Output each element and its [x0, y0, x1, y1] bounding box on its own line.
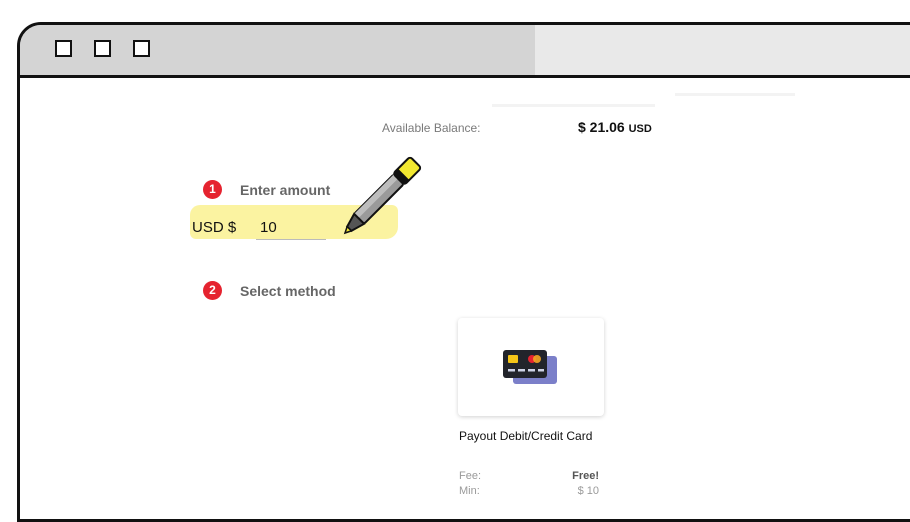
step-2-label: Select method	[240, 283, 336, 299]
fee-value: Free!	[572, 470, 599, 482]
browser-window	[17, 22, 910, 522]
divider	[492, 104, 655, 107]
amount-input[interactable]	[256, 216, 326, 240]
min-label: Min:	[459, 485, 480, 497]
min-value: $ 10	[577, 485, 599, 497]
title-bar-tab-area	[535, 25, 910, 75]
step-1-label: Enter amount	[240, 182, 331, 198]
balance-currency: USD	[628, 123, 652, 135]
fee-row: Fee: Free!	[459, 470, 599, 482]
credit-card-icon	[503, 350, 557, 384]
step-1-badge: 1	[203, 180, 222, 199]
amount-currency-prefix: USD $	[192, 219, 237, 236]
balance-label: Available Balance:	[382, 121, 481, 135]
window-control-2[interactable]	[94, 40, 111, 57]
payout-method-card[interactable]	[458, 318, 604, 416]
fee-label: Fee:	[459, 470, 482, 482]
step-2-badge: 2	[203, 281, 222, 300]
balance-amount-value: $ 21.06	[578, 119, 625, 135]
highlighter-pen-icon	[343, 156, 422, 235]
divider	[675, 93, 795, 96]
window-control-1[interactable]	[55, 40, 72, 57]
balance-amount: $ 21.06 USD	[578, 119, 652, 135]
window-control-3[interactable]	[133, 40, 150, 57]
title-bar	[20, 25, 910, 78]
min-row: Min: $ 10	[459, 485, 599, 497]
payout-method-name: Payout Debit/Credit Card	[459, 429, 593, 443]
